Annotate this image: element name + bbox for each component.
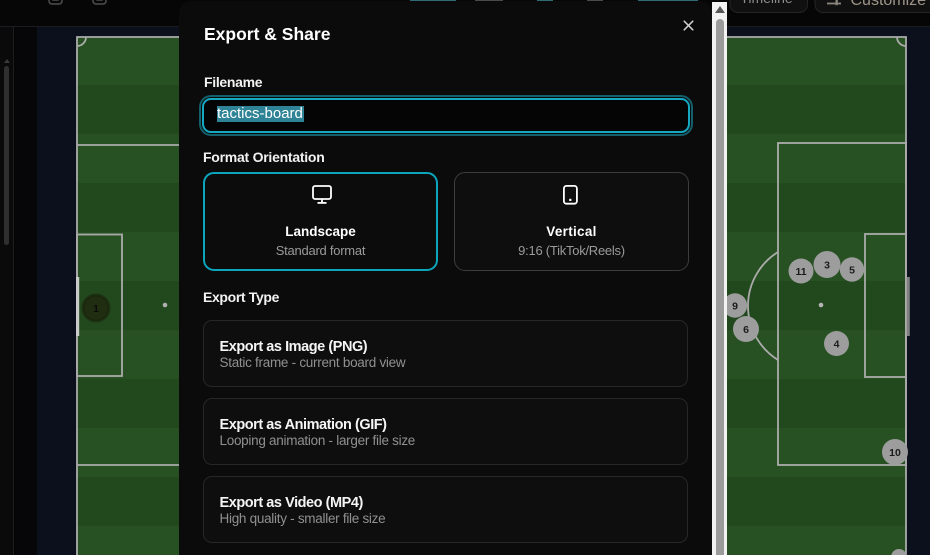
svg-text:4: 4 bbox=[834, 339, 840, 351]
svg-text:6: 6 bbox=[743, 324, 749, 336]
svg-text:9: 9 bbox=[732, 301, 738, 313]
svg-text:1: 1 bbox=[93, 303, 99, 315]
svg-text:Timeline: Timeline bbox=[740, 0, 793, 6]
svg-text:11: 11 bbox=[795, 266, 806, 278]
svg-text:10: 10 bbox=[889, 447, 901, 459]
svg-text:Customize: Customize bbox=[851, 0, 927, 9]
svg-text:3: 3 bbox=[824, 260, 830, 272]
svg-text:5: 5 bbox=[849, 265, 855, 277]
